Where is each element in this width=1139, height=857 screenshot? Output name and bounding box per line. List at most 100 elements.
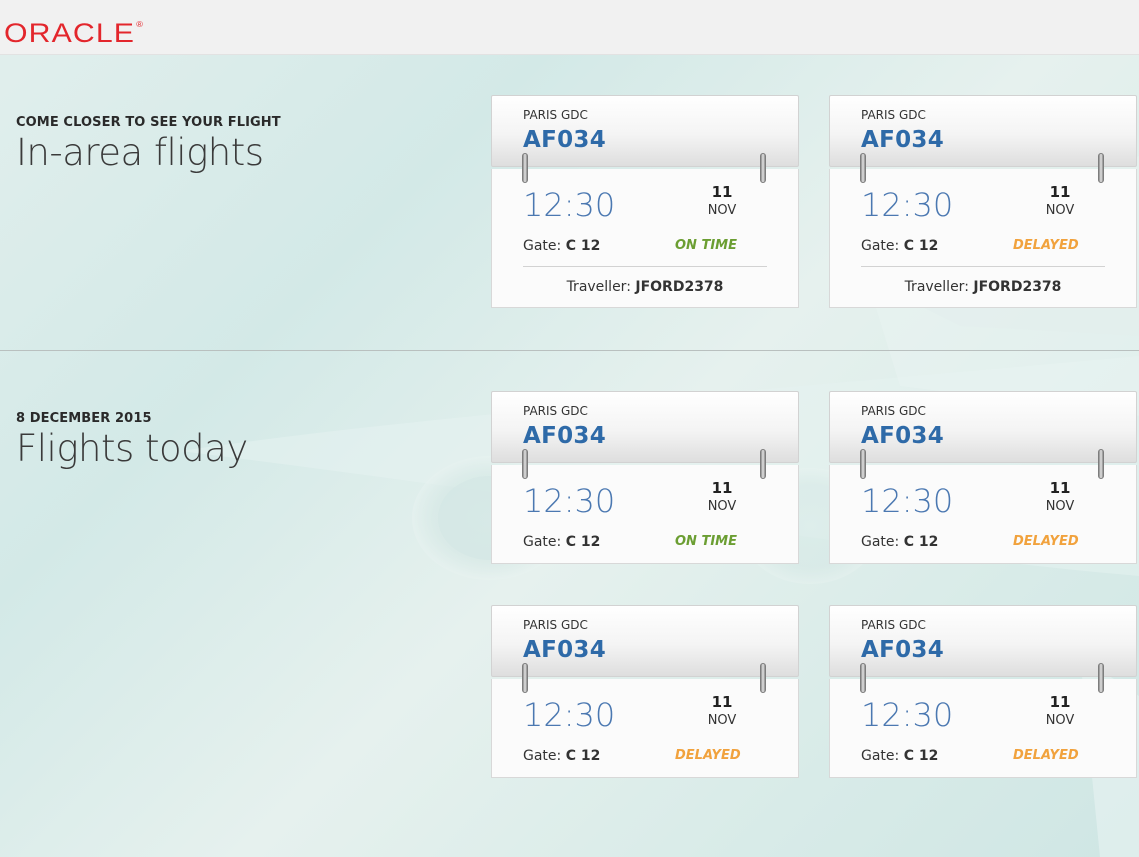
status-badge: DELAYED (1013, 534, 1079, 549)
status-badge: ON TIME (675, 534, 737, 549)
flight-card-header: PARIS GDC AF034 (829, 391, 1137, 463)
flight-time: 12:30 (861, 696, 954, 734)
flight-month: NOV (707, 203, 737, 218)
traveller-label: Traveller: (566, 279, 631, 295)
flight-day: 11 (711, 479, 733, 497)
oracle-logo[interactable]: ORACLE® (4, 18, 144, 49)
flight-card-body: 12:30 11 NOV Gate: C 12 ON TIME (491, 465, 799, 564)
flight-day: 11 (1049, 183, 1071, 201)
flight-card-header: PARIS GDC AF034 (829, 605, 1137, 677)
flight-code: AF034 (861, 127, 945, 153)
status-badge: ON TIME (675, 238, 737, 253)
flight-code: AF034 (861, 637, 945, 663)
gate-value: C 12 (903, 748, 939, 764)
gate-label: Gate: (861, 748, 900, 764)
gate-info: Gate: C 12 (523, 238, 600, 254)
flight-city: PARIS GDC (523, 404, 588, 418)
section-title-in-area: In-area flights (16, 131, 264, 174)
section-divider (0, 350, 1139, 351)
flight-day: 11 (711, 693, 733, 711)
section-kicker-in-area: COME CLOSER TO SEE YOUR FLIGHT (16, 115, 281, 130)
flight-card-body: 12:30 11 NOV Gate: C 12 ON TIME Travelle… (491, 169, 799, 308)
gate-value: C 12 (565, 534, 601, 550)
flight-card-header: PARIS GDC AF034 (491, 391, 799, 463)
traveller-id: JFORD2378 (635, 279, 724, 295)
binder-ring-right (760, 663, 766, 693)
flight-time: 12:30 (523, 186, 616, 224)
flight-city: PARIS GDC (861, 618, 926, 632)
flight-code: AF034 (523, 637, 607, 663)
gate-label: Gate: (523, 748, 562, 764)
flight-card-body: 12:30 11 NOV Gate: C 12 DELAYED (829, 679, 1137, 778)
top-bar: ORACLE® (0, 0, 1139, 55)
status-badge: DELAYED (1013, 238, 1079, 253)
flight-card[interactable]: PARIS GDC AF034 12:30 11 NOV Gate: C 12 … (829, 391, 1137, 564)
flight-card-header: PARIS GDC AF034 (491, 95, 799, 167)
flight-time: 12:30 (523, 482, 616, 520)
binder-ring-left (522, 663, 528, 693)
flight-card-header: PARIS GDC AF034 (829, 95, 1137, 167)
logo-text: ORACLE (4, 18, 136, 48)
status-badge: DELAYED (675, 748, 741, 763)
section-title-today: Flights today (16, 427, 248, 470)
flight-month: NOV (1045, 203, 1075, 218)
flight-day: 11 (711, 183, 733, 201)
section-kicker-date: 8 DECEMBER 2015 (16, 411, 152, 426)
status-badge: DELAYED (1013, 748, 1079, 763)
gate-info: Gate: C 12 (861, 748, 938, 764)
card-separator (861, 266, 1105, 267)
gate-info: Gate: C 12 (861, 534, 938, 550)
flight-month: NOV (1045, 499, 1075, 514)
gate-value: C 12 (565, 748, 601, 764)
gate-info: Gate: C 12 (523, 534, 600, 550)
binder-ring-left (860, 449, 866, 479)
registered-mark: ® (136, 20, 144, 29)
flight-card-body: 12:30 11 NOV Gate: C 12 DELAYED Travelle… (829, 169, 1137, 308)
flight-month: NOV (1045, 713, 1075, 728)
traveller-id: JFORD2378 (973, 279, 1062, 295)
flight-city: PARIS GDC (861, 108, 926, 122)
gate-info: Gate: C 12 (523, 748, 600, 764)
gate-label: Gate: (861, 238, 900, 254)
traveller-label: Traveller: (904, 279, 969, 295)
binder-ring-right (1098, 153, 1104, 183)
binder-ring-left (860, 153, 866, 183)
flight-day: 11 (1049, 479, 1071, 497)
card-separator (523, 266, 767, 267)
flight-code: AF034 (523, 127, 607, 153)
flight-card-body: 12:30 11 NOV Gate: C 12 DELAYED (491, 679, 799, 778)
flight-card[interactable]: PARIS GDC AF034 12:30 11 NOV Gate: C 12 … (829, 95, 1137, 308)
flight-city: PARIS GDC (861, 404, 926, 418)
binder-ring-right (760, 449, 766, 479)
flight-card-body: 12:30 11 NOV Gate: C 12 DELAYED (829, 465, 1137, 564)
binder-ring-right (1098, 449, 1104, 479)
gate-value: C 12 (565, 238, 601, 254)
flight-code: AF034 (861, 423, 945, 449)
flight-code: AF034 (523, 423, 607, 449)
traveller-info: Traveller: JFORD2378 (492, 279, 798, 295)
flight-city: PARIS GDC (523, 108, 588, 122)
flight-card[interactable]: PARIS GDC AF034 12:30 11 NOV Gate: C 12 … (491, 95, 799, 308)
flight-card[interactable]: PARIS GDC AF034 12:30 11 NOV Gate: C 12 … (491, 391, 799, 564)
flight-card[interactable]: PARIS GDC AF034 12:30 11 NOV Gate: C 12 … (491, 605, 799, 778)
flight-time: 12:30 (861, 482, 954, 520)
flight-city: PARIS GDC (523, 618, 588, 632)
gate-value: C 12 (903, 238, 939, 254)
flight-card[interactable]: PARIS GDC AF034 12:30 11 NOV Gate: C 12 … (829, 605, 1137, 778)
flight-day: 11 (1049, 693, 1071, 711)
binder-ring-left (860, 663, 866, 693)
gate-info: Gate: C 12 (861, 238, 938, 254)
binder-ring-left (522, 449, 528, 479)
flight-month: NOV (707, 499, 737, 514)
gate-label: Gate: (861, 534, 900, 550)
gate-label: Gate: (523, 534, 562, 550)
flight-card-header: PARIS GDC AF034 (491, 605, 799, 677)
binder-ring-right (760, 153, 766, 183)
flight-time: 12:30 (523, 696, 616, 734)
binder-ring-left (522, 153, 528, 183)
binder-ring-right (1098, 663, 1104, 693)
flight-time: 12:30 (861, 186, 954, 224)
traveller-info: Traveller: JFORD2378 (830, 279, 1136, 295)
gate-value: C 12 (903, 534, 939, 550)
flight-month: NOV (707, 713, 737, 728)
